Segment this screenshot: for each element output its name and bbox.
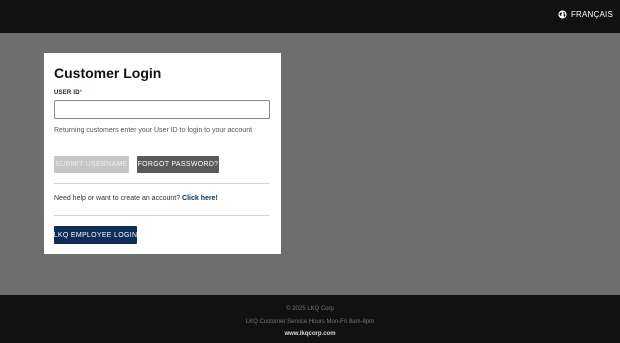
- page-title: Customer Login: [54, 65, 162, 81]
- divider: [54, 183, 270, 184]
- main-area: Customer Login USER ID* Returning custom…: [0, 33, 620, 295]
- footer: © 2025 LKQ Corp LKQ Customer Service Hou…: [0, 295, 620, 343]
- divider: [54, 215, 270, 216]
- click-here-link[interactable]: Click here!: [182, 195, 218, 202]
- footer-website-link[interactable]: www.lkqcorp.com: [0, 331, 620, 337]
- need-help-text: Need help or want to create an account? …: [54, 195, 218, 202]
- footer-service-hours: LKQ Customer Service Hours Mon-Fri 8am-8…: [245, 319, 375, 325]
- forgot-password-button[interactable]: FORGOT PASSWORD?: [137, 156, 219, 173]
- language-label: FRANÇAIS: [570, 10, 613, 19]
- footer-copyright: © 2025 LKQ Corp: [286, 306, 334, 312]
- login-card: Customer Login USER ID* Returning custom…: [44, 53, 281, 254]
- user-id-input[interactable]: [54, 100, 270, 119]
- employee-login-button[interactable]: LKQ EMPLOYEE LOGIN: [54, 226, 137, 244]
- need-help-label: Need help or want to create an account?: [54, 195, 181, 202]
- user-id-label: USER ID*: [54, 90, 82, 96]
- globe-icon: [558, 10, 567, 19]
- user-id-help-text: Returning customers enter your User ID t…: [54, 127, 253, 134]
- user-id-label-text: USER ID: [54, 90, 80, 96]
- language-toggle[interactable]: FRANÇAIS: [558, 10, 613, 19]
- required-marker: *: [79, 90, 83, 96]
- top-bar: FRANÇAIS: [0, 0, 620, 33]
- submit-username-button[interactable]: SUBMIT USERNAME: [54, 156, 129, 173]
